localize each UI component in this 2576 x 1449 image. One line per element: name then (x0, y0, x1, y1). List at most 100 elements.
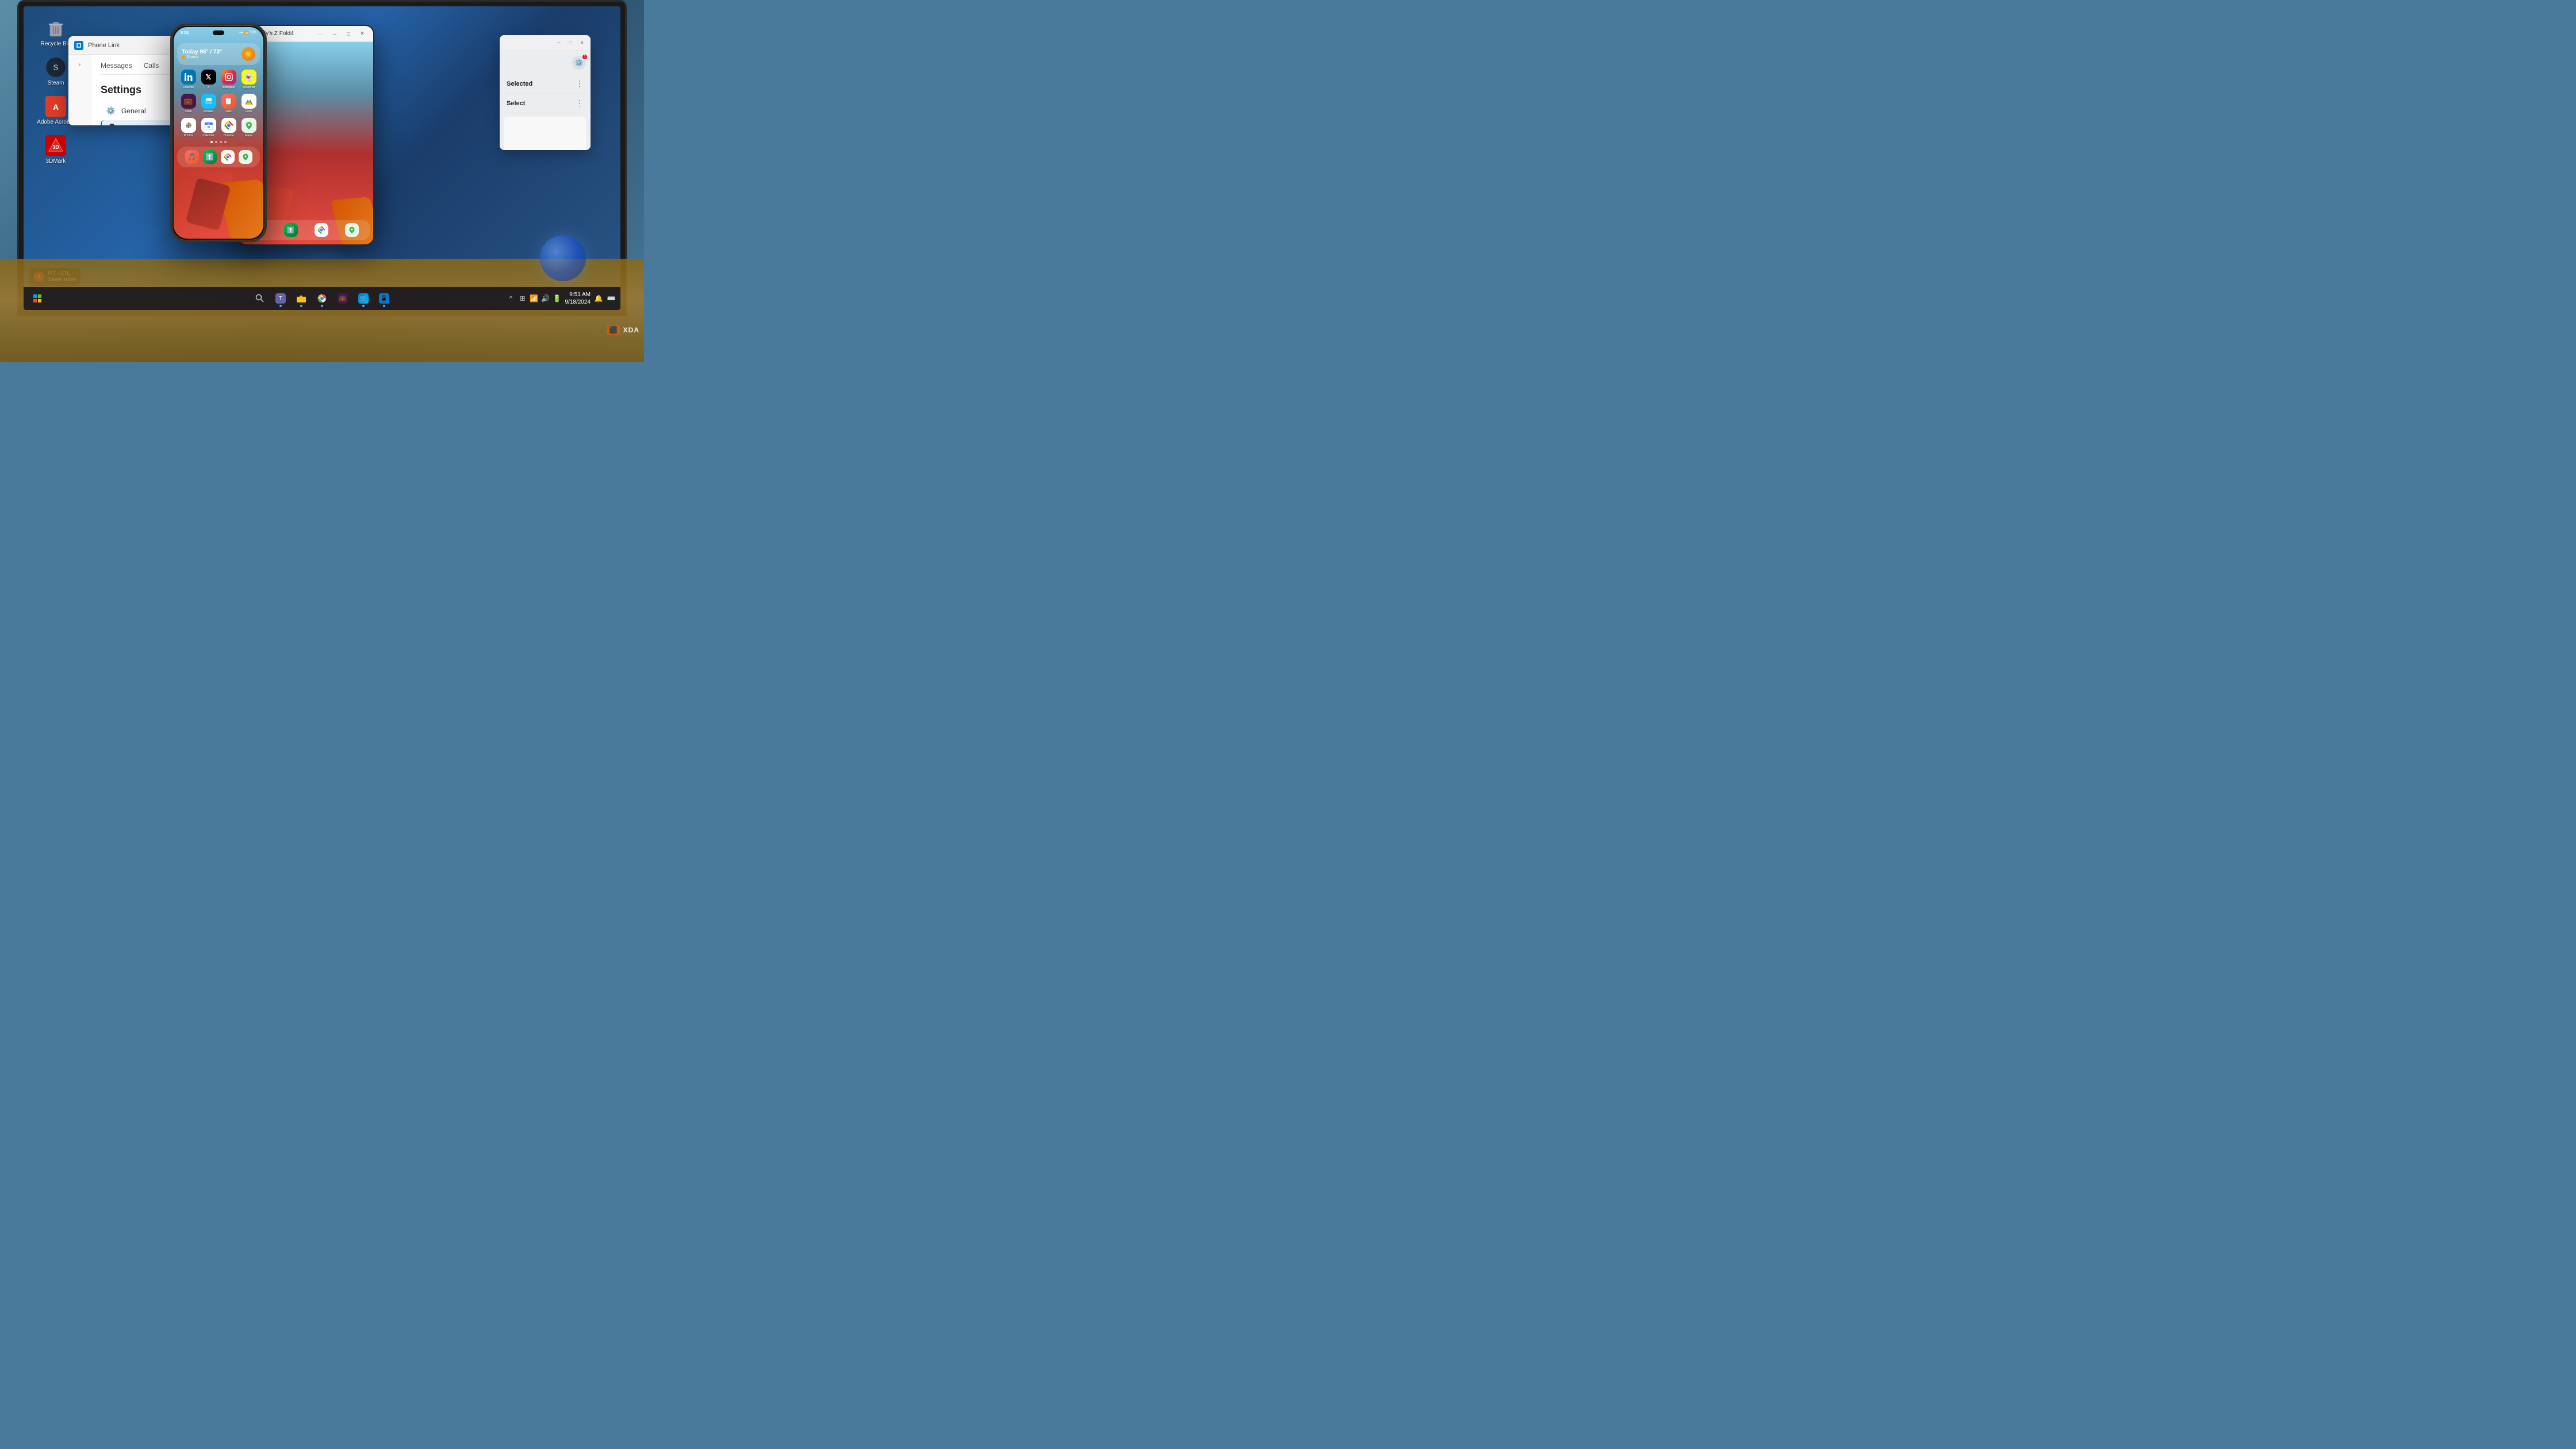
right-panel: ─ □ ✕ ⚙️ 1 Selected ⋮ (500, 35, 591, 150)
tray-battery-icon[interactable]: 🔋 (553, 294, 562, 303)
tray-wifi-icon[interactable]: 📶 (530, 294, 539, 303)
3dmark-label: 3DMark (45, 158, 66, 165)
3dmark-icon-container[interactable]: 3D 3DMark (35, 135, 76, 165)
desk-surface (0, 259, 644, 362)
slack-app[interactable]: 💼 Slack (179, 94, 198, 113)
wifi-icon: 📶 (244, 31, 248, 35)
weather-sun-icon: ☀️ (241, 47, 255, 61)
x-icon: 𝕏 (201, 70, 216, 85)
taskbar-sys-icons: ^ ⊞ 📶 🔊 🔋 (507, 294, 562, 303)
fold-maximize[interactable]: □ (342, 29, 355, 39)
steam-label: Steam (48, 80, 64, 87)
rp-maximize[interactable]: □ (565, 39, 576, 47)
fold-window-controls: ─ □ ✕ (328, 29, 369, 39)
snapchat-app[interactable]: 👻 Snapchat (240, 70, 258, 89)
instagram-label: Instagram (222, 86, 235, 89)
fold-menu-dots[interactable]: ··· (317, 31, 323, 37)
tray-sound-icon[interactable]: 🔊 (541, 294, 550, 303)
rp-selected-item: Selected ⋮ (504, 74, 586, 94)
taskbar-search[interactable] (251, 289, 269, 308)
xda-watermark: ⬛ XDA (607, 325, 639, 335)
taskbar-teams[interactable]: T (271, 289, 290, 308)
taskbar-time-display[interactable]: 9:51 AM 9/18/2024 (565, 291, 591, 306)
page-dot-4 (224, 141, 227, 143)
rp-close[interactable]: ✕ (577, 39, 587, 47)
lists-app[interactable]: 📋 Lists (220, 94, 238, 113)
snapchat-icon: 👻 (241, 70, 256, 85)
tray-expand-icon[interactable]: ^ (507, 294, 516, 303)
fold-maps-dock-icon (345, 223, 359, 237)
recycle-bin-image (45, 18, 66, 39)
sunny-dot (182, 56, 185, 59)
airtable-icon (201, 94, 216, 109)
photos-app[interactable]: Photos (179, 118, 198, 137)
calls-tab-label: Calls (144, 62, 159, 70)
calendar-app[interactable]: 31 31 Calendar (200, 118, 218, 137)
drive-app[interactable]: Drive (240, 94, 258, 113)
fold-chrome-dock[interactable] (311, 223, 332, 237)
rp-gear-button[interactable]: ⚙️ 1 (572, 56, 586, 70)
app-row-2: 💼 Slack (178, 94, 259, 113)
taskbar-chrome[interactable] (313, 289, 331, 308)
chrome-extra-app[interactable]: Chrome (220, 118, 238, 137)
phone-link-active-dot (383, 305, 385, 307)
messages-tab[interactable]: Messages (101, 62, 132, 70)
find-dock-app[interactable]: ⬆️ (201, 150, 218, 164)
app-row-1: LinkedIn 𝕏 X (178, 70, 259, 89)
page-dot-1 (210, 141, 213, 143)
weather-menu-icon[interactable]: ⋮ (233, 50, 241, 59)
calls-tab[interactable]: Calls (144, 62, 159, 70)
drive-label: Drive (246, 110, 252, 113)
devices-label: Devices (122, 124, 147, 125)
rp-minimize[interactable]: ─ (554, 39, 564, 47)
fold-find-dock[interactable]: ⬆️ (281, 223, 301, 237)
rp-select-menu[interactable]: ⋮ (576, 98, 584, 108)
tray-task-icon[interactable]: ⊞ (518, 294, 527, 303)
svg-text:3D: 3D (52, 144, 59, 150)
drive-icon (241, 94, 256, 109)
rp-selected-label: Selected (507, 80, 532, 87)
calendar-icon: 31 31 (201, 118, 216, 133)
chrome-extra-icon (221, 118, 236, 133)
rp-header: ⚙️ 1 (504, 56, 586, 70)
taskbar-store[interactable]: 🛒 (354, 289, 373, 308)
taskbar-phone-link[interactable]: 📱 (375, 289, 393, 308)
instagram-app[interactable]: Instagram (220, 70, 238, 89)
weather-widget: Today 95° / 73° Sunny ⋮ ☀️ (177, 43, 260, 65)
chrome-taskbar-icon (317, 293, 327, 304)
sidebar-expand-chevron[interactable]: › (76, 59, 83, 70)
tray-keyboard-icon[interactable]: ⌨️ (607, 294, 616, 303)
x-app[interactable]: 𝕏 X (200, 70, 218, 89)
phone-link-sidebar: › (68, 55, 91, 125)
linkedin-app[interactable]: LinkedIn (179, 70, 198, 89)
rp-select-item: Select ⋮ (504, 94, 586, 113)
fold-minimize[interactable]: ─ (328, 29, 341, 39)
phone-notch (213, 30, 224, 35)
svg-text:S: S (53, 63, 58, 72)
general-label: General (121, 107, 146, 115)
xda-box-icon: ⬛ (607, 325, 620, 335)
linkedin-label: LinkedIn (183, 86, 194, 89)
taskbar-explorer[interactable] (292, 289, 310, 308)
taskbar-slack[interactable]: 💼 (334, 289, 352, 308)
fold-maps-dock[interactable] (342, 223, 362, 237)
maps-dock-app[interactable] (236, 150, 254, 164)
maps-extra-app[interactable]: Maps (240, 118, 258, 137)
fold-close[interactable]: ✕ (356, 29, 369, 39)
phone-screen: 8:52 ▪▪▪ 📶 83% Today 95° / 73° (174, 27, 263, 239)
taskbar-time: 9:51 AM (565, 291, 591, 298)
phone-link-logo (74, 41, 83, 50)
messages-tab-label: Messages (101, 62, 132, 70)
tray-notification-icon[interactable]: 🔔 (594, 294, 603, 303)
devices-icon: 📱 (108, 124, 117, 125)
music-dock-app[interactable]: 🎵 (183, 150, 201, 164)
rp-selected-menu[interactable]: ⋮ (576, 79, 584, 89)
svg-text:31: 31 (208, 123, 210, 125)
airtable-app[interactable]: Airtable (200, 94, 218, 113)
general-icon: ⚙️ (106, 106, 116, 116)
start-button[interactable] (28, 289, 47, 308)
phone-time: 8:52 (181, 31, 189, 35)
lists-icon: 📋 (221, 94, 236, 109)
chrome-dock-app[interactable] (218, 150, 236, 164)
fold-find-dock-icon: ⬆️ (284, 223, 298, 237)
